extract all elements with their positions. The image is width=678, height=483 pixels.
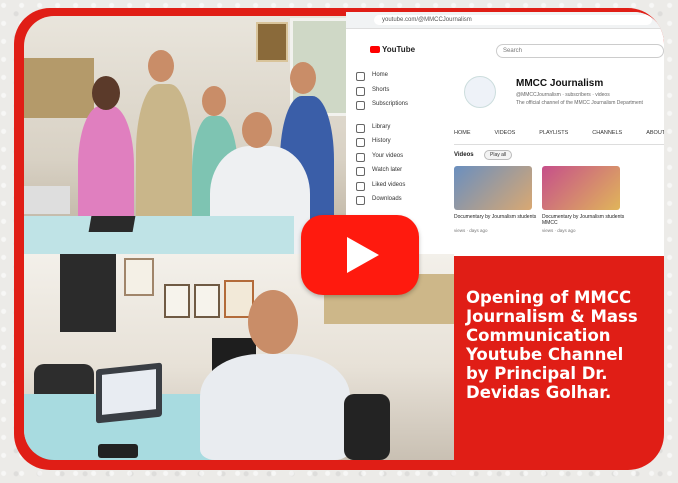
sidebar-item-your-videos[interactable]: Your videos xyxy=(346,149,436,164)
caption-text: Opening of MMCC Journalism & Mass Commun… xyxy=(466,288,656,402)
sidebar-item-home[interactable]: Home xyxy=(346,68,436,83)
youtube-play-button[interactable] xyxy=(301,215,419,295)
channel-avatar[interactable] xyxy=(464,76,496,108)
sidebar-item-history[interactable]: History xyxy=(346,134,436,149)
sidebar-item-subscriptions[interactable]: Subscriptions xyxy=(346,97,436,112)
notice-board xyxy=(60,254,116,332)
trophy-shelf xyxy=(24,58,94,118)
head xyxy=(202,86,226,116)
caption-line: Opening of MMCC xyxy=(466,288,632,307)
play-all-button[interactable]: Play all xyxy=(484,150,513,160)
caption-line: by Principal Dr. xyxy=(466,364,608,383)
video-thumbnail[interactable] xyxy=(454,166,532,210)
sidebar-item-downloads[interactable]: Downloads xyxy=(346,192,436,207)
principal-seated xyxy=(200,354,350,460)
play-icon xyxy=(347,237,379,273)
tab-home[interactable]: HOME xyxy=(454,130,471,144)
wall-frame xyxy=(164,284,190,318)
youtube-logo-icon xyxy=(370,46,380,53)
caption-line: Youtube Channel xyxy=(466,345,624,364)
video-title[interactable]: Documentary by Journalism students xyxy=(454,214,538,220)
caption-line: Devidas Golhar. xyxy=(466,383,612,402)
phone xyxy=(98,444,138,458)
wall-frame xyxy=(194,284,220,318)
caption-line: Communication xyxy=(466,326,611,345)
tab-videos[interactable]: VIDEOS xyxy=(495,130,516,144)
red-rounded-frame: youtube.com/@MMCCJournalism YouTube Sear… xyxy=(14,8,664,470)
keyboard xyxy=(88,216,136,232)
youtube-logo-text: YouTube xyxy=(382,45,416,54)
tab-playlists[interactable]: PLAYLISTS xyxy=(539,130,568,144)
video-title[interactable]: Documentary by Journalism students MMCC xyxy=(542,214,626,226)
youtube-search-input[interactable]: Search xyxy=(496,44,664,58)
printer xyxy=(24,186,70,214)
head xyxy=(92,76,120,110)
channel-handle: @MMCCJournalism · subscribers · videos xyxy=(516,92,610,98)
channel-name: MMCC Journalism xyxy=(516,78,604,89)
videos-section-title: Videos xyxy=(454,152,474,158)
sidebar-item-shorts[interactable]: Shorts xyxy=(346,83,436,98)
video-thumbnail[interactable] xyxy=(542,166,620,210)
address-bar[interactable]: youtube.com/@MMCCJournalism xyxy=(374,15,652,25)
sidebar-item-liked-videos[interactable]: Liked videos xyxy=(346,178,436,193)
channel-tabs: HOME VIDEOS PLAYLISTS CHANNELS ABOUT xyxy=(454,130,664,145)
video-meta: views · days ago xyxy=(454,228,488,233)
laptop-screen xyxy=(102,369,156,415)
desk xyxy=(24,216,294,256)
sidebar-item-library[interactable]: Library xyxy=(346,120,436,135)
youtube-logo[interactable]: YouTube xyxy=(370,45,415,54)
tab-about[interactable]: ABOUT xyxy=(646,130,664,144)
video-meta: views · days ago xyxy=(542,228,576,233)
wall-frame xyxy=(124,258,154,296)
youtube-sidebar: Home Shorts Subscriptions Library Histor… xyxy=(346,68,436,207)
tab-channels[interactable]: CHANNELS xyxy=(592,130,622,144)
channel-description: The official channel of the MMCC Journal… xyxy=(516,100,643,106)
head xyxy=(290,62,316,94)
office-chair-back xyxy=(344,394,390,460)
sidebar-item-watch-later[interactable]: Watch later xyxy=(346,163,436,178)
browser-bar: youtube.com/@MMCCJournalism xyxy=(346,12,664,29)
head xyxy=(248,290,298,354)
youtube-header: YouTube Search xyxy=(346,42,664,60)
head xyxy=(148,50,174,82)
caption-line: Journalism & Mass xyxy=(466,307,638,326)
head xyxy=(242,112,272,148)
portrait-frame xyxy=(256,22,288,62)
